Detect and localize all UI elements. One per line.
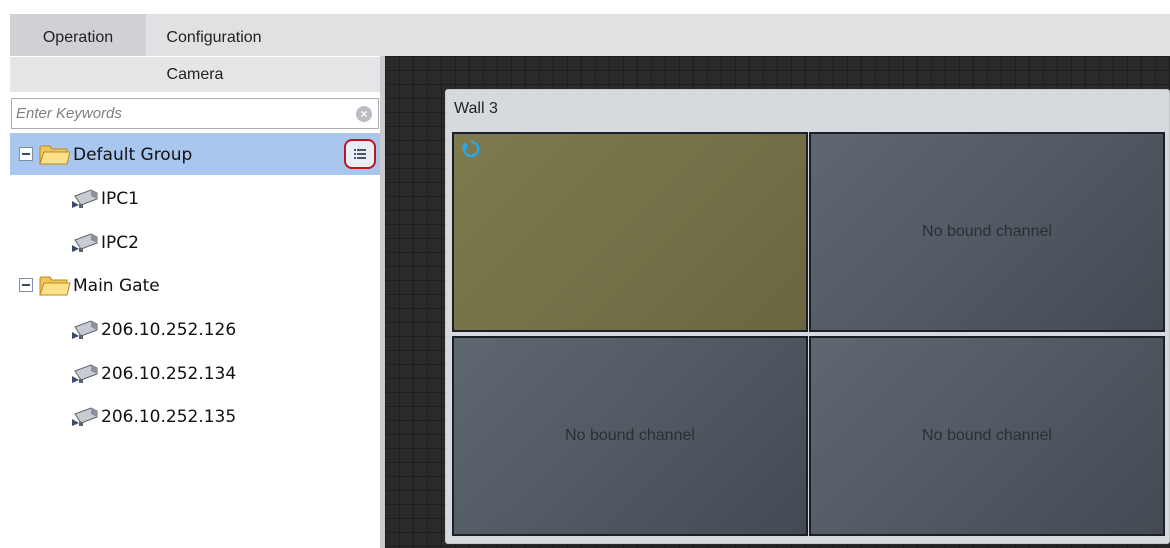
wall-cell-1[interactable] [452, 132, 808, 332]
camera-icon [72, 407, 98, 426]
cell-text: No bound channel [922, 427, 1052, 444]
camera-icon [72, 189, 98, 208]
tree-label: IPC1 [101, 189, 139, 209]
tree-label: 206.10.252.126 [101, 320, 237, 340]
cell-text: No bound channel [922, 223, 1052, 240]
collapse-icon[interactable] [19, 147, 33, 161]
tab-operation[interactable]: Operation [10, 14, 146, 56]
camera-icon [72, 364, 98, 383]
camera-panel-title: Camera [10, 56, 380, 92]
search-input[interactable] [12, 99, 342, 128]
refresh-icon[interactable] [460, 138, 482, 160]
cell-text: No bound channel [565, 427, 695, 444]
top-tab-bar: Operation Configuration [10, 14, 1170, 56]
tree-label: 206.10.252.135 [101, 407, 237, 427]
search-box: × [11, 98, 379, 129]
tree-camera-206-10-252-126[interactable]: 206.10.252.126 [10, 308, 380, 350]
tree-camera-ipc2[interactable]: IPC2 [10, 221, 380, 263]
wall-cell-2[interactable]: No bound channel [809, 132, 1165, 332]
folder-icon [39, 145, 71, 165]
camera-panel: Camera × Default Group [10, 56, 380, 548]
camera-icon [72, 233, 98, 252]
tree-group-default-group[interactable]: Default Group [10, 133, 380, 175]
app-window: Operation Configuration Camera × Default… [0, 0, 1170, 548]
folder-icon [39, 276, 71, 296]
tree-camera-206-10-252-135[interactable]: 206.10.252.135 [10, 395, 380, 437]
tree-label: IPC2 [101, 233, 139, 253]
tab-configuration[interactable]: Configuration [146, 14, 282, 56]
clear-icon[interactable]: × [356, 106, 372, 122]
list-menu-button[interactable] [344, 139, 376, 169]
tree-camera-ipc1[interactable]: IPC1 [10, 177, 380, 219]
tree-label: 206.10.252.134 [101, 364, 237, 384]
tree-label: Default Group [73, 145, 193, 165]
tree-label: Main Gate [73, 276, 160, 296]
wall-window[interactable]: Wall 3 No bound channel No bound channel… [445, 89, 1170, 544]
tree-camera-206-10-252-134[interactable]: 206.10.252.134 [10, 352, 380, 394]
wall-cell-3[interactable]: No bound channel [452, 336, 808, 536]
camera-icon [72, 320, 98, 339]
wall-cell-4[interactable]: No bound channel [809, 336, 1165, 536]
tree-group-main-gate[interactable]: Main Gate [10, 264, 380, 306]
wall-title: Wall 3 [454, 100, 498, 117]
list-menu-icon [354, 149, 366, 159]
collapse-icon[interactable] [19, 278, 33, 292]
